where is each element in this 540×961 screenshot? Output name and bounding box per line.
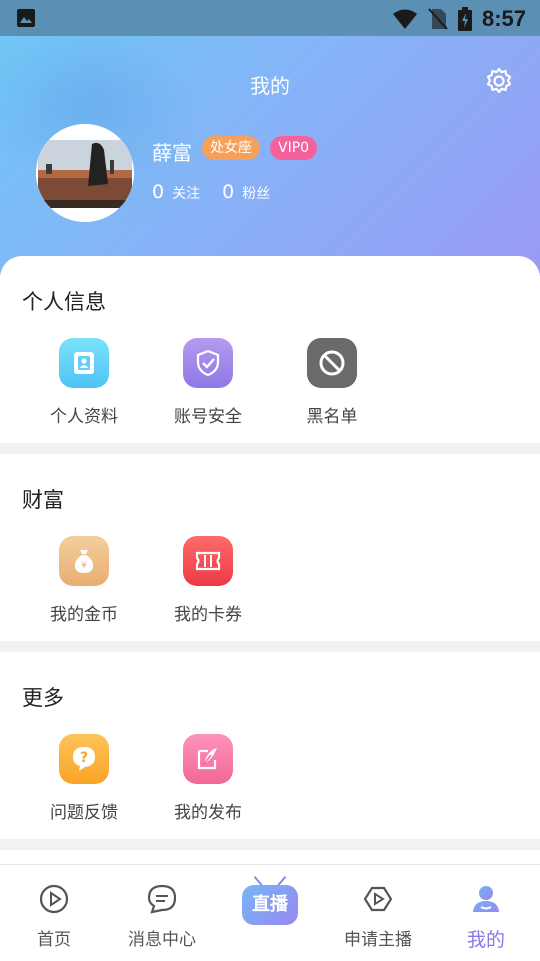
nav-label: 消息中心 — [128, 930, 196, 950]
bottom-nav: 首页 消息中心 直播 申请主播 我的 — [0, 864, 540, 961]
vip-badge: VIP0 — [270, 136, 318, 160]
nav-item-mine[interactable]: 我的 — [432, 883, 540, 952]
follow-count[interactable]: 0 — [152, 181, 164, 203]
page-title: 我的 — [250, 74, 290, 98]
zodiac-badge: 处女座 — [202, 136, 260, 160]
fans-count[interactable]: 0 — [222, 181, 234, 203]
live-button[interactable]: 直播 — [242, 885, 298, 925]
nav-item-apply-anchor[interactable]: 申请主播 — [324, 883, 432, 950]
user-icon — [473, 886, 499, 912]
block-icon — [307, 338, 357, 388]
follow-stats: 0 关注 0 粉丝 — [152, 181, 292, 203]
settings-gear-icon[interactable] — [484, 66, 514, 96]
svg-text:?: ? — [80, 750, 88, 766]
avatar-photo — [36, 124, 134, 222]
message-icon — [147, 884, 177, 914]
menu-item-profile[interactable]: 个人资料 — [22, 338, 146, 427]
menu-item-label: 黑名单 — [306, 407, 358, 427]
apply-anchor-icon — [363, 886, 393, 912]
ticket-icon — [183, 536, 233, 586]
username: 薛富 — [152, 141, 192, 165]
section-more: 更多 ? 问题反馈 我的发布 — [0, 652, 540, 839]
section-wealth: 财富 ¥ 我的金币 我的卡券 — [0, 454, 540, 641]
section-personal-info: 个人信息 个人资料 账号安全 黑名单 — [0, 256, 540, 443]
nav-item-messages[interactable]: 消息中心 — [108, 883, 216, 950]
menu-item-label: 问题反馈 — [50, 803, 118, 823]
battery-icon — [457, 7, 472, 31]
shield-check-icon — [183, 338, 233, 388]
menu-item-label: 我的金币 — [50, 605, 118, 625]
section-title: 个人信息 — [22, 290, 106, 314]
feather-edit-icon — [183, 734, 233, 784]
nav-label: 首页 — [37, 930, 71, 950]
menu-item-my-coupons[interactable]: 我的卡券 — [146, 536, 270, 625]
avatar[interactable] — [36, 124, 134, 222]
menu-item-feedback[interactable]: ? 问题反馈 — [22, 734, 146, 823]
home-play-icon — [39, 884, 69, 914]
menu-item-account-security[interactable]: 账号安全 — [146, 338, 270, 427]
menu-item-label: 账号安全 — [174, 407, 242, 427]
wifi-icon — [392, 9, 417, 29]
money-bag-icon: ¥ — [59, 536, 109, 586]
nav-label: 我的 — [466, 929, 505, 951]
status-time: 8:57 — [481, 6, 526, 31]
section-title: 财富 — [22, 488, 64, 512]
follow-label[interactable]: 关注 — [172, 183, 200, 203]
profile-header: 我的 薛富 处女座 VIP0 0 关注 0 粉丝 — [0, 36, 540, 276]
question-bubble-icon: ? — [59, 734, 109, 784]
section-title: 更多 — [22, 686, 64, 710]
image-icon — [17, 9, 35, 27]
svg-text:¥: ¥ — [81, 561, 87, 571]
menu-item-my-posts[interactable]: 我的发布 — [146, 734, 270, 823]
menu-item-label: 个人资料 — [50, 407, 118, 427]
no-sim-icon — [428, 8, 448, 30]
menu-item-my-coins[interactable]: ¥ 我的金币 — [22, 536, 146, 625]
nav-item-home[interactable]: 首页 — [0, 883, 108, 950]
profile-card-icon — [59, 338, 109, 388]
menu-item-label: 我的发布 — [174, 803, 242, 823]
status-bar: 8:57 — [0, 0, 540, 36]
section-partial — [0, 850, 540, 864]
nav-label: 申请主播 — [344, 930, 412, 950]
menu-item-label: 我的卡券 — [174, 605, 242, 625]
fans-label[interactable]: 粉丝 — [242, 183, 270, 203]
menu-item-blacklist[interactable]: 黑名单 — [270, 338, 394, 427]
